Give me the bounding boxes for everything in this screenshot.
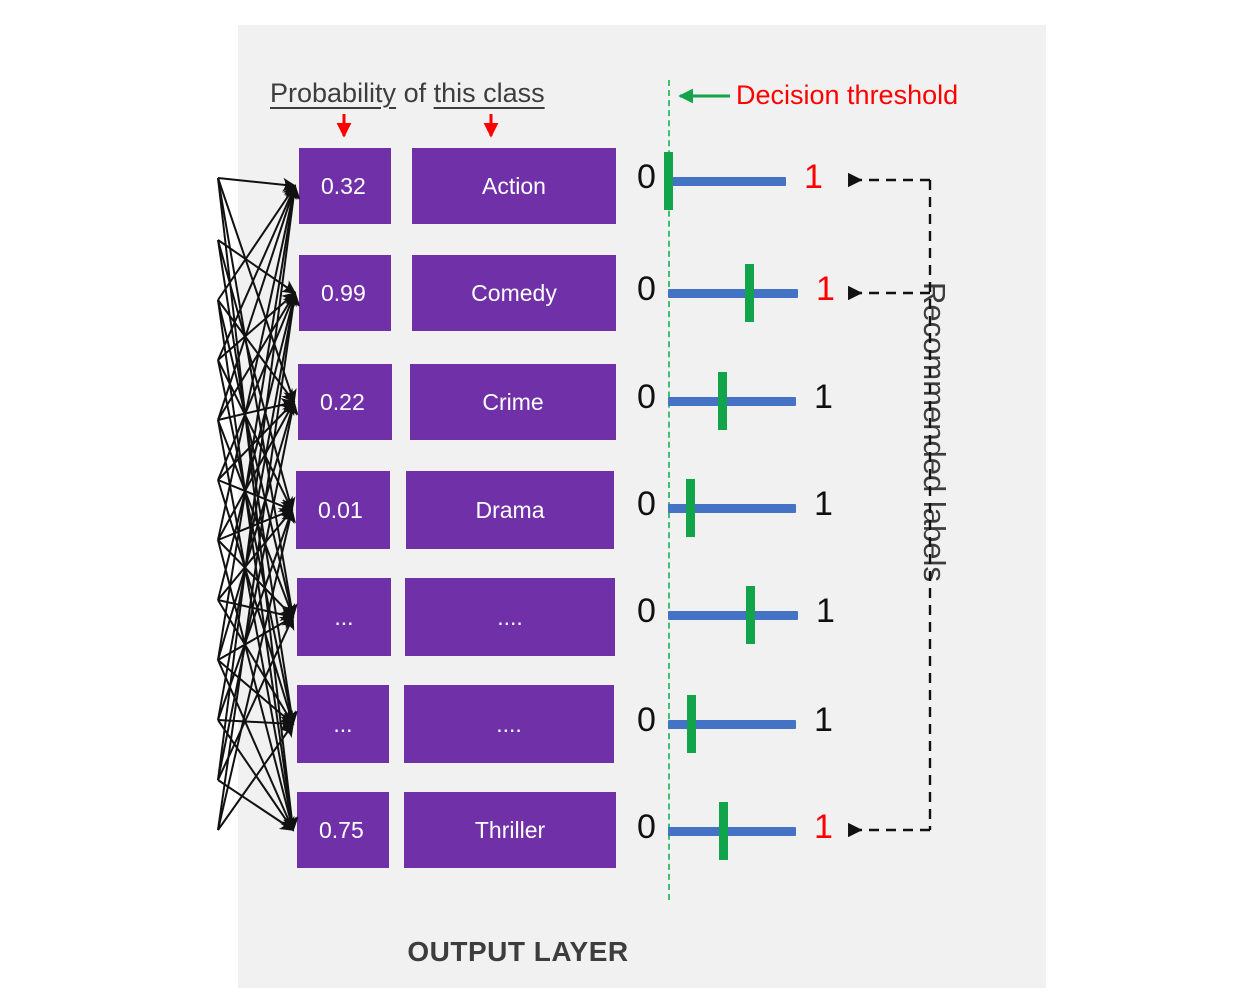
- class-label-box: ....: [404, 685, 614, 763]
- probability-box: 0.99: [299, 255, 391, 331]
- class-label-value: Comedy: [471, 279, 557, 306]
- probability-slider-track[interactable]: [668, 177, 786, 186]
- slider-max-label: 1: [814, 485, 833, 523]
- class-label-box: Comedy: [412, 255, 616, 331]
- slider-max-label: 1: [814, 701, 833, 739]
- probability-slider-marker[interactable]: [744, 264, 754, 322]
- probability-value: ...: [334, 603, 354, 630]
- decision-threshold-label: Decision threshold: [736, 80, 959, 110]
- probability-slider-marker[interactable]: [685, 479, 695, 537]
- probability-slider-marker[interactable]: [664, 152, 673, 210]
- slider-max-label: 1: [816, 592, 835, 630]
- slider-min-label: 0: [637, 378, 656, 416]
- probability-box: 0.22: [298, 364, 392, 440]
- header-of-text: of: [396, 78, 434, 108]
- probability-slider-marker[interactable]: [717, 372, 727, 430]
- probability-slider-track[interactable]: [668, 289, 798, 298]
- header-probability-text: Probability: [270, 78, 397, 108]
- probability-slider-marker[interactable]: [745, 586, 755, 644]
- probability-box: ...: [297, 578, 391, 656]
- header-this-class-text: this class: [433, 78, 545, 108]
- class-label-box: Crime: [410, 364, 616, 440]
- probability-value: 0.22: [320, 388, 365, 415]
- probability-value: 0.99: [321, 279, 366, 306]
- slider-min-label: 0: [637, 592, 656, 630]
- probability-slider-track[interactable]: [668, 827, 796, 836]
- class-label-box: ....: [405, 578, 615, 656]
- slider-min-label: 0: [637, 701, 656, 739]
- probability-slider-track[interactable]: [668, 397, 796, 406]
- class-label-value: ....: [497, 603, 523, 630]
- diagram-canvas: Probability of this class Decision thres…: [0, 0, 1258, 1008]
- slider-min-label: 0: [637, 158, 656, 196]
- class-label-value: Action: [482, 172, 546, 199]
- probability-box: 0.75: [297, 792, 389, 868]
- slider-max-label: 1: [804, 158, 823, 196]
- probability-slider-marker[interactable]: [719, 802, 729, 860]
- probability-value: 0.01: [318, 496, 363, 523]
- probability-value: 0.75: [319, 816, 364, 843]
- page-title: OUTPUT LAYER: [407, 936, 629, 967]
- class-label-value: Drama: [475, 496, 545, 523]
- class-label-box: Thriller: [404, 792, 616, 868]
- probability-value: 0.32: [321, 172, 366, 199]
- probability-slider-marker[interactable]: [687, 695, 697, 753]
- probability-value: ...: [333, 710, 353, 737]
- slider-min-label: 0: [637, 485, 656, 523]
- probability-box: 0.32: [299, 148, 391, 224]
- recommended-labels-text: Recommended labels: [917, 282, 952, 582]
- probability-slider-track[interactable]: [668, 611, 798, 620]
- slider-min-label: 0: [637, 808, 656, 846]
- header-annotation: Probability of this class: [270, 78, 710, 109]
- class-label-value: Thriller: [474, 816, 546, 843]
- class-label-value: ....: [496, 710, 522, 737]
- probability-box: ...: [297, 685, 389, 763]
- class-label-box: Drama: [406, 471, 614, 549]
- slider-max-label: 1: [816, 270, 835, 308]
- probability-box: 0.01: [296, 471, 390, 549]
- slider-min-label: 0: [637, 270, 656, 308]
- slider-max-label: 1: [814, 378, 833, 416]
- class-label-value: Crime: [482, 388, 544, 415]
- class-label-box: Action: [412, 148, 616, 224]
- slider-max-label: 1: [814, 808, 833, 846]
